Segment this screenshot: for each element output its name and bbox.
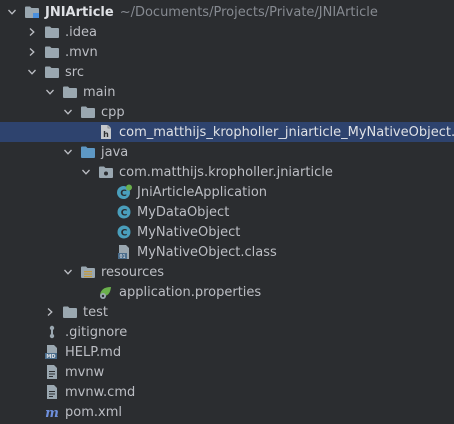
tree-row-test[interactable]: test (0, 302, 454, 322)
class-icon: C (116, 204, 132, 220)
chevron-down-icon[interactable] (26, 62, 38, 82)
tree-row-mynativeobject-class[interactable]: 01 MyNativeObject.class (0, 242, 454, 262)
tree-row-java[interactable]: java (0, 142, 454, 162)
spring-boot-class-icon: C (116, 184, 132, 200)
tree-item-label: com_matthijs_kropholler_jniarticle_MyNat… (119, 124, 454, 140)
ignore-file-icon (44, 324, 60, 340)
tree-row-src[interactable]: src (0, 62, 454, 82)
tree-item-label: cpp (101, 104, 125, 120)
chevron-right-icon[interactable] (26, 42, 38, 62)
tree-item-label: com.matthijs.kropholler.jniarticle (119, 164, 333, 180)
folder-icon (44, 64, 60, 80)
chevron-down-icon[interactable] (62, 102, 74, 122)
project-tree: JNIArticle ~/Documents/Projects/Private/… (0, 2, 454, 422)
tree-item-label: .gitignore (65, 324, 128, 340)
folder-icon (62, 84, 78, 100)
text-file-icon (44, 384, 60, 400)
tree-item-label: MyDataObject (137, 204, 230, 220)
tree-row-mvnw[interactable]: mvnw (0, 362, 454, 382)
project-folder-icon (24, 4, 40, 20)
tree-item-label: HELP.md (65, 344, 122, 360)
svg-text:C: C (121, 209, 128, 219)
tree-item-label: JniArticleApplication (137, 184, 268, 200)
tree-item-label: src (65, 64, 84, 80)
svg-text:m: m (45, 406, 59, 420)
project-path: ~/Documents/Projects/Private/JNIArticle (119, 4, 378, 20)
tree-item-label: .idea (65, 24, 97, 40)
tree-item-label: pom.xml (65, 404, 122, 420)
tree-row-idea[interactable]: .idea (0, 22, 454, 42)
tree-row-jniarticle-application[interactable]: C JniArticleApplication (0, 182, 454, 202)
tree-item-label: test (83, 304, 108, 320)
tree-item-label: mvnw (65, 364, 105, 380)
tree-row-help-md[interactable]: MD HELP.md (0, 342, 454, 362)
tree-row-gitignore[interactable]: .gitignore (0, 322, 454, 342)
tree-item-label: application.properties (119, 284, 262, 300)
tree-row-cpp[interactable]: cpp (0, 102, 454, 122)
chevron-down-icon[interactable] (44, 82, 56, 102)
chevron-down-icon[interactable] (80, 162, 92, 182)
svg-text:MD: MD (46, 354, 55, 360)
markdown-file-icon: MD (44, 344, 60, 360)
tree-row-package[interactable]: com.matthijs.kropholler.jniarticle (0, 162, 454, 182)
package-icon (98, 164, 114, 180)
tree-row-mydataobject[interactable]: C MyDataObject (0, 202, 454, 222)
tree-item-label: mvnw.cmd (65, 384, 136, 400)
tree-row-main[interactable]: main (0, 82, 454, 102)
svg-text:01: 01 (119, 254, 125, 260)
svg-text:h: h (103, 130, 109, 139)
project-name: JNIArticle (45, 4, 114, 20)
maven-icon: m (44, 404, 60, 420)
chevron-right-icon[interactable] (26, 22, 38, 42)
class-icon: C (116, 224, 132, 240)
tree-item-label: java (101, 144, 129, 160)
folder-icon (62, 304, 78, 320)
tree-item-label: .mvn (65, 44, 98, 60)
tree-row-header-file[interactable]: h com_matthijs_kropholler_jniarticle_MyN… (0, 122, 454, 142)
tree-item-label: resources (101, 264, 165, 280)
tree-item-label: MyNativeObject (137, 224, 241, 240)
source-folder-icon (80, 144, 96, 160)
resources-folder-icon (80, 264, 96, 280)
folder-icon (44, 44, 60, 60)
tree-row-pom-xml[interactable]: m pom.xml (0, 402, 454, 422)
tree-row-resources[interactable]: resources (0, 262, 454, 282)
text-file-icon (44, 364, 60, 380)
folder-icon (80, 104, 96, 120)
svg-text:C: C (120, 189, 127, 199)
svg-text:C: C (121, 229, 128, 239)
chevron-down-icon[interactable] (62, 262, 74, 282)
tree-item-label: main (83, 84, 116, 100)
c-header-file-icon: h (98, 124, 114, 140)
tree-row-application-properties[interactable]: application.properties (0, 282, 454, 302)
chevron-down-icon[interactable] (6, 2, 18, 22)
tree-item-label: MyNativeObject.class (137, 244, 277, 260)
tree-row-mvnw-cmd[interactable]: mvnw.cmd (0, 382, 454, 402)
binary-class-file-icon: 01 (116, 244, 132, 260)
tree-row-mvn[interactable]: .mvn (0, 42, 454, 62)
tree-row-mynativeobject[interactable]: C MyNativeObject (0, 222, 454, 242)
chevron-down-icon[interactable] (62, 142, 74, 162)
folder-icon (44, 24, 60, 40)
chevron-right-icon[interactable] (44, 302, 56, 322)
spring-properties-icon (98, 284, 114, 300)
tree-row-project[interactable]: JNIArticle ~/Documents/Projects/Private/… (0, 2, 454, 22)
